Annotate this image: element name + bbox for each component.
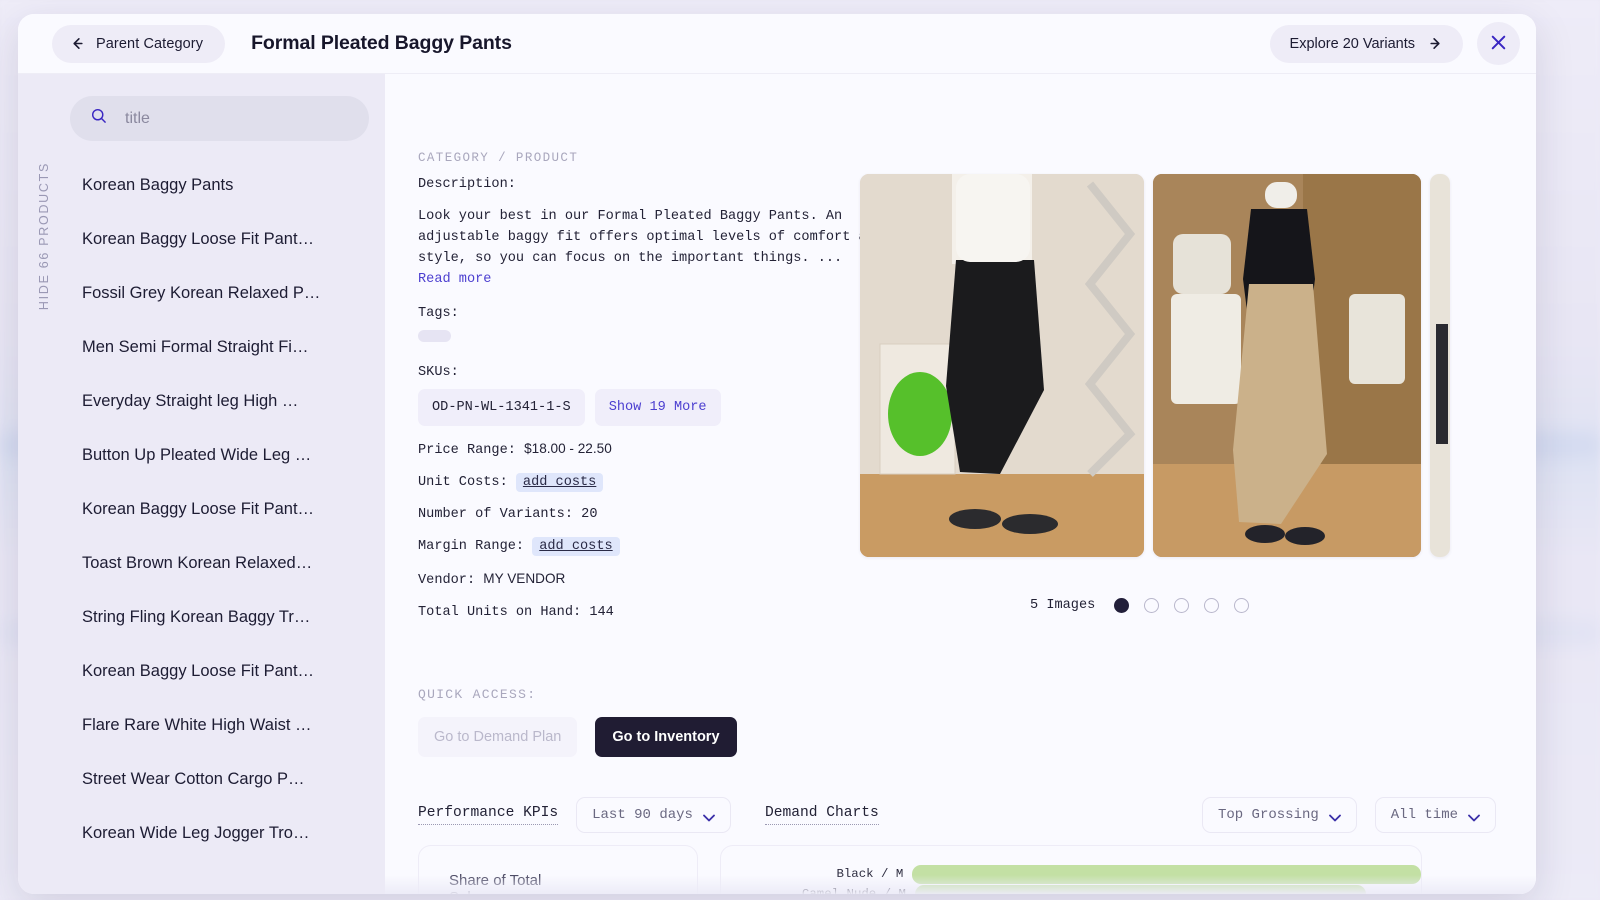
product-detail-modal: Parent Category Formal Pleated Baggy Pan… — [18, 14, 1536, 894]
gallery-dot-4[interactable] — [1204, 598, 1220, 613]
explore-variants-button[interactable]: Explore 20 Variants — [1269, 24, 1463, 63]
gallery-dot-3[interactable] — [1174, 598, 1190, 613]
period-select[interactable]: Last 90 days — [576, 797, 731, 833]
search-icon — [90, 107, 108, 130]
close-modal-button[interactable] — [1477, 22, 1520, 65]
margin-range-label: Margin Range: — [418, 539, 525, 554]
quick-access-label: QUICK ACCESS: — [418, 687, 537, 702]
gallery-dot-5[interactable] — [1234, 598, 1250, 613]
list-item[interactable]: Korean Baggy Loose Fit Pant… — [70, 482, 369, 536]
list-item[interactable]: Toast Brown Korean Relaxed… — [70, 536, 369, 590]
gallery-dot-1[interactable] — [1114, 598, 1130, 613]
product-list: Korean Baggy Pants Korean Baggy Loose Fi… — [70, 158, 369, 860]
demand-charts-title[interactable]: Demand Charts — [764, 805, 879, 825]
unit-costs-add-button[interactable]: add costs — [515, 473, 604, 492]
product-details: Description: Look your best in our Forma… — [418, 174, 888, 634]
sku-chip[interactable]: OD-PN-WL-1341-1-S — [418, 389, 585, 426]
total-units-label: Total Units on Hand: — [418, 605, 582, 620]
tags-label: Tags: — [418, 306, 459, 321]
time-range-select-label: All time — [1390, 807, 1458, 823]
list-item[interactable]: String Fling Korean Baggy Tr… — [70, 590, 369, 644]
margin-add-costs-button[interactable]: add costs — [532, 537, 620, 556]
product-image-1[interactable] — [860, 174, 1144, 557]
tag-chip-placeholder[interactable] — [418, 330, 451, 342]
parent-category-back-button[interactable]: Parent Category — [52, 24, 226, 63]
vendor-value: MY VENDOR — [483, 571, 566, 586]
variants-count-value: 20 — [581, 507, 598, 522]
kpi-toolbar: Performance KPIs Last 90 days Demand Cha… — [418, 797, 1496, 833]
list-item[interactable]: Flare Rare White High Waist … — [70, 698, 369, 752]
description-text: Look your best in our Formal Pleated Bag… — [418, 209, 883, 266]
modal-header: Parent Category Formal Pleated Baggy Pan… — [18, 14, 1536, 74]
products-sidebar: HIDE 66 PRODUCTS Korean Baggy Pants Kore… — [18, 74, 385, 894]
breadcrumb: CATEGORY / PRODUCT — [418, 151, 579, 165]
list-item[interactable]: Button Up Pleated Wide Leg … — [70, 428, 369, 482]
show-more-skus-button[interactable]: Show 19 More — [594, 389, 721, 426]
list-item[interactable]: Everyday Straight leg High … — [70, 374, 369, 428]
arrow-left-icon — [70, 36, 85, 51]
period-select-label: Last 90 days — [592, 807, 693, 823]
grossing-select[interactable]: Top Grossing — [1201, 797, 1357, 833]
page-title: Formal Pleated Baggy Pants — [251, 32, 512, 54]
list-item[interactable]: Korean Baggy Pants — [70, 158, 369, 212]
back-button-label: Parent Category — [96, 35, 204, 52]
gallery-dot-2[interactable] — [1144, 598, 1160, 613]
explore-variants-label: Explore 20 Variants — [1289, 35, 1415, 52]
hide-products-rail[interactable]: HIDE 66 PRODUCTS — [18, 74, 70, 894]
chevron-down-icon — [1328, 811, 1341, 822]
performance-kpis-title[interactable]: Performance KPIs — [418, 805, 559, 825]
product-content: CATEGORY / PRODUCT Description: Look you… — [385, 74, 1536, 894]
total-units-value: 144 — [589, 605, 614, 620]
gallery-pagination: 5 Images — [1030, 598, 1250, 613]
read-more-link[interactable]: Read more — [418, 269, 888, 290]
chevron-down-icon — [703, 811, 715, 822]
hide-products-label: HIDE 66 PRODUCTS — [37, 162, 51, 311]
list-item[interactable]: Street Wear Cotton Cargo P… — [70, 752, 369, 806]
search-input[interactable] — [123, 108, 349, 129]
list-item[interactable]: Korean Wide Leg Jogger Tro… — [70, 806, 369, 860]
description-label: Description: — [418, 177, 516, 192]
product-gallery — [860, 174, 1450, 557]
list-item[interactable]: Korean Baggy Loose Fit Pant… — [70, 644, 369, 698]
go-to-inventory-button[interactable]: Go to Inventory — [595, 717, 737, 757]
grossing-select-label: Top Grossing — [1217, 807, 1319, 823]
vendor-label: Vendor: — [418, 573, 476, 588]
price-range-label: Price Range: — [418, 443, 516, 458]
product-image-3-partial[interactable] — [1430, 174, 1450, 557]
image-count-label: 5 Images — [1030, 598, 1096, 613]
close-icon — [1488, 32, 1509, 56]
arrow-right-icon — [1428, 36, 1443, 51]
time-range-select[interactable]: All time — [1374, 797, 1496, 833]
list-item[interactable]: Korean Baggy Loose Fit Pant… — [70, 212, 369, 266]
skus-label: SKUs: — [418, 365, 459, 380]
price-range-value: $18.00 - 22.50 — [524, 441, 612, 456]
chevron-down-icon — [1468, 811, 1480, 822]
variants-count-label: Number of Variants: — [418, 507, 573, 522]
content-bottom-fade — [385, 875, 1536, 894]
go-to-demand-plan-button[interactable]: Go to Demand Plan — [418, 717, 578, 757]
search-box[interactable] — [70, 96, 369, 141]
list-item[interactable]: Men Semi Formal Straight Fi… — [70, 320, 369, 374]
product-image-2[interactable] — [1153, 174, 1421, 557]
list-item[interactable]: Fossil Grey Korean Relaxed P… — [70, 266, 369, 320]
unit-costs-label: Unit Costs: — [418, 475, 508, 490]
